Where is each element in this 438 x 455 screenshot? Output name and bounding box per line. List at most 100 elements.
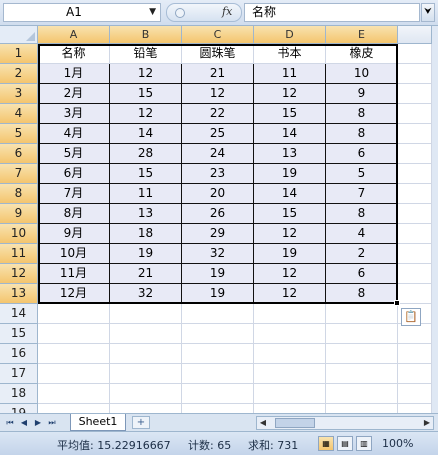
chevron-down-icon[interactable]: ▼: [149, 4, 156, 21]
row-header-5[interactable]: 5: [0, 124, 38, 144]
table-cell[interactable]: 12: [182, 84, 254, 104]
empty-cell[interactable]: [38, 404, 110, 413]
row-header-3[interactable]: 3: [0, 84, 38, 104]
row-header-12[interactable]: 12: [0, 264, 38, 284]
empty-cell[interactable]: [182, 384, 254, 404]
table-header-cell[interactable]: 名称: [38, 44, 110, 64]
spreadsheet-grid[interactable]: A B C D E 1 名称 铅笔 圆珠笔 书本 橡皮 2 1月 12 21 11 10 3 2月 15 12 12 9 4 3…: [0, 26, 432, 413]
table-cell[interactable]: 4月: [38, 124, 110, 144]
table-header-cell[interactable]: 书本: [254, 44, 326, 64]
table-cell[interactable]: 12: [110, 64, 182, 84]
next-sheet-icon[interactable]: ▶: [32, 416, 44, 429]
empty-cell[interactable]: [398, 64, 432, 84]
table-cell[interactable]: 2: [326, 244, 398, 264]
table-cell[interactable]: 32: [182, 244, 254, 264]
table-cell[interactable]: 15: [254, 204, 326, 224]
table-cell[interactable]: 26: [182, 204, 254, 224]
scroll-right-icon[interactable]: ▶: [421, 417, 433, 429]
table-cell[interactable]: 9: [326, 84, 398, 104]
empty-cell[interactable]: [254, 384, 326, 404]
horizontal-scrollbar[interactable]: ◀ ▶: [256, 416, 434, 430]
last-sheet-icon[interactable]: ⏭: [46, 416, 58, 429]
table-cell[interactable]: 19: [182, 264, 254, 284]
empty-cell[interactable]: [398, 184, 432, 204]
empty-cell[interactable]: [398, 244, 432, 264]
row-header-4[interactable]: 4: [0, 104, 38, 124]
table-cell[interactable]: 29: [182, 224, 254, 244]
empty-cell[interactable]: [254, 364, 326, 384]
table-cell[interactable]: 6月: [38, 164, 110, 184]
empty-cell[interactable]: [398, 264, 432, 284]
table-cell[interactable]: 14: [254, 184, 326, 204]
empty-cell[interactable]: [182, 324, 254, 344]
table-cell[interactable]: 21: [182, 64, 254, 84]
row-header-8[interactable]: 8: [0, 184, 38, 204]
empty-cell[interactable]: [398, 284, 432, 304]
table-cell[interactable]: 8: [326, 124, 398, 144]
table-cell[interactable]: 11: [110, 184, 182, 204]
empty-cell[interactable]: [398, 204, 432, 224]
row-header-17[interactable]: 17: [0, 364, 38, 384]
empty-cell[interactable]: [398, 404, 432, 413]
table-cell[interactable]: 13: [254, 144, 326, 164]
table-cell[interactable]: 5月: [38, 144, 110, 164]
row-header-7[interactable]: 7: [0, 164, 38, 184]
table-cell[interactable]: 23: [182, 164, 254, 184]
table-cell[interactable]: 20: [182, 184, 254, 204]
table-cell[interactable]: 11月: [38, 264, 110, 284]
empty-cell[interactable]: [398, 384, 432, 404]
table-cell[interactable]: 18: [110, 224, 182, 244]
prev-sheet-icon[interactable]: ◀: [18, 416, 30, 429]
empty-cell[interactable]: [254, 344, 326, 364]
fill-handle[interactable]: [394, 300, 400, 306]
empty-cell[interactable]: [326, 384, 398, 404]
table-cell[interactable]: 28: [110, 144, 182, 164]
table-cell[interactable]: 9月: [38, 224, 110, 244]
empty-cell[interactable]: [182, 404, 254, 413]
table-cell[interactable]: 11: [254, 64, 326, 84]
column-header-f[interactable]: [398, 26, 432, 44]
table-cell[interactable]: 15: [110, 164, 182, 184]
empty-cell[interactable]: [38, 364, 110, 384]
paste-options-icon[interactable]: 📋: [401, 308, 421, 326]
table-cell[interactable]: 12: [254, 284, 326, 304]
table-cell[interactable]: 22: [182, 104, 254, 124]
table-cell[interactable]: 8: [326, 104, 398, 124]
name-box[interactable]: A1 ▼: [3, 3, 161, 22]
row-header-1[interactable]: 1: [0, 44, 38, 64]
empty-cell[interactable]: [110, 404, 182, 413]
empty-cell[interactable]: [182, 364, 254, 384]
empty-cell[interactable]: [398, 224, 432, 244]
table-cell[interactable]: 19: [254, 164, 326, 184]
empty-cell[interactable]: [398, 324, 432, 344]
table-cell[interactable]: 14: [110, 124, 182, 144]
empty-cell[interactable]: [398, 344, 432, 364]
row-header-18[interactable]: 18: [0, 384, 38, 404]
vertical-scrollbar[interactable]: [432, 26, 438, 413]
expand-formula-bar-button[interactable]: ⮟: [421, 3, 435, 22]
column-header-a[interactable]: A: [38, 26, 110, 44]
table-cell[interactable]: 12: [254, 224, 326, 244]
row-header-19[interactable]: 19: [0, 404, 38, 413]
column-header-e[interactable]: E: [326, 26, 398, 44]
table-cell[interactable]: 13: [110, 204, 182, 224]
table-cell[interactable]: 24: [182, 144, 254, 164]
empty-cell[interactable]: [398, 44, 432, 64]
row-header-9[interactable]: 9: [0, 204, 38, 224]
table-cell[interactable]: 3月: [38, 104, 110, 124]
row-header-10[interactable]: 10: [0, 224, 38, 244]
first-sheet-icon[interactable]: ⏮: [4, 416, 16, 429]
empty-cell[interactable]: [38, 344, 110, 364]
table-cell[interactable]: 19: [254, 244, 326, 264]
zoom-level[interactable]: 100%: [382, 437, 413, 450]
table-cell[interactable]: 10月: [38, 244, 110, 264]
table-cell[interactable]: 14: [254, 124, 326, 144]
table-cell[interactable]: 2月: [38, 84, 110, 104]
row-header-2[interactable]: 2: [0, 64, 38, 84]
empty-cell[interactable]: [110, 364, 182, 384]
empty-cell[interactable]: [398, 84, 432, 104]
row-header-14[interactable]: 14: [0, 304, 38, 324]
column-header-b[interactable]: B: [110, 26, 182, 44]
page-break-view-button[interactable]: ▥: [356, 436, 372, 451]
row-header-11[interactable]: 11: [0, 244, 38, 264]
